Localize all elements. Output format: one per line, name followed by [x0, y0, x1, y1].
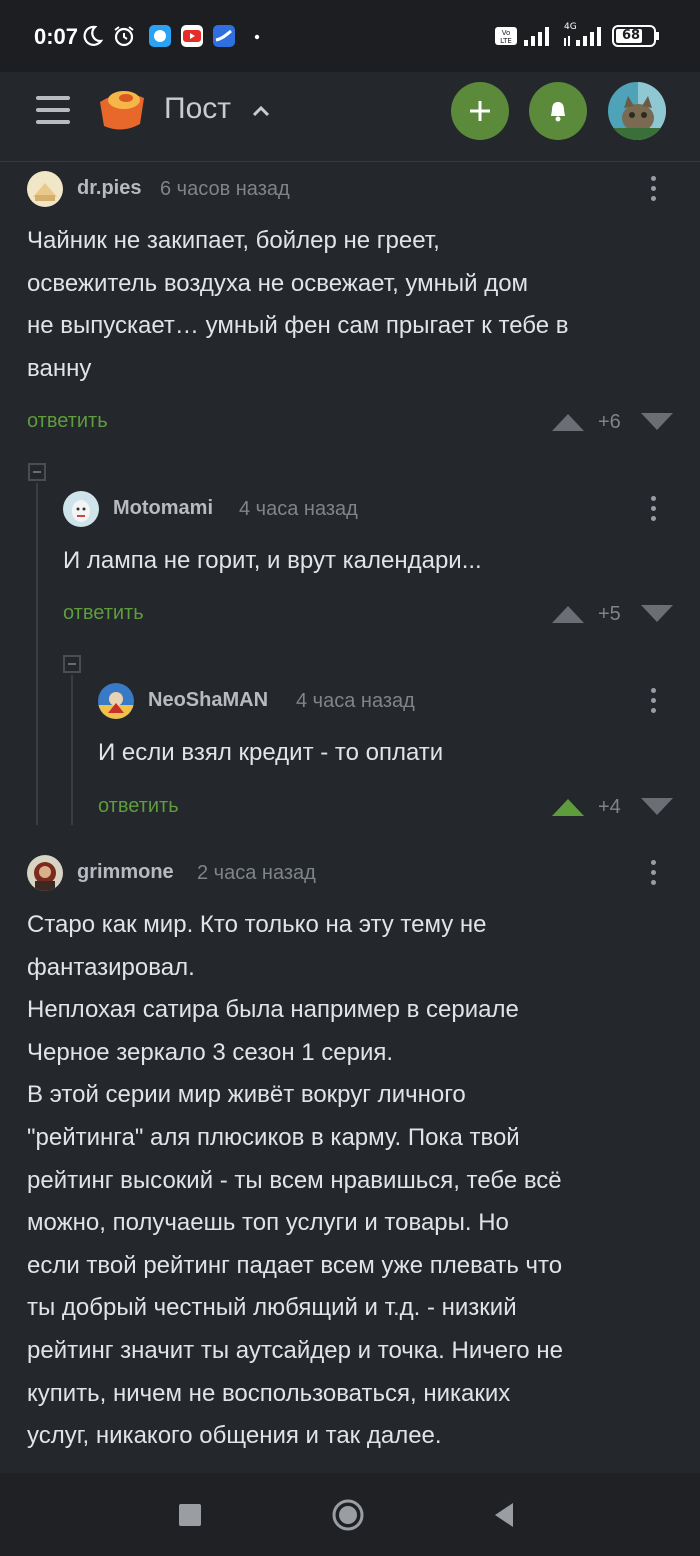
more-options-icon[interactable] — [638, 685, 668, 721]
comment-time: 4 часа назад — [239, 498, 358, 520]
comment-text: Чайник не закипает, бойлер не греет, осв… — [27, 227, 569, 382]
upvote-icon-active[interactable] — [551, 796, 585, 818]
comment-header: NeoShaMAN 4 часа назад — [98, 679, 658, 719]
avatar[interactable] — [63, 491, 99, 527]
comment-text: И если взял кредит - то оплати — [98, 739, 444, 766]
comment-header: grimmone 2 часа назад — [27, 851, 667, 891]
youtube-icon — [181, 25, 203, 47]
messenger-app-icon — [149, 25, 171, 47]
battery-level: 68 — [622, 28, 641, 43]
system-nav-bar — [0, 1473, 700, 1556]
downvote-icon[interactable] — [640, 603, 674, 625]
notification-dot-icon — [254, 34, 260, 40]
status-bar: 0:07 Vo LTE 4G 68 — [0, 0, 700, 72]
app-header: Пост — [0, 72, 700, 162]
downvote-icon[interactable] — [640, 411, 674, 433]
volte-icon: VoLTE — [495, 27, 517, 45]
user-avatar[interactable] — [608, 82, 666, 140]
notifications-button[interactable] — [529, 82, 587, 140]
comment-header: dr.pies 6 часов назад — [27, 167, 667, 207]
comment-text: И лампа не горит, и врут календари... — [63, 547, 482, 574]
status-time: 0:07 — [34, 24, 79, 49]
add-post-button[interactable] — [451, 82, 509, 140]
home-icon[interactable] — [330, 1497, 366, 1533]
svg-text:LTE: LTE — [500, 37, 512, 45]
back-icon[interactable] — [487, 1497, 523, 1533]
thread-line — [36, 483, 38, 825]
signal-icon-1 — [524, 27, 549, 46]
signal-icon-2 — [564, 27, 601, 46]
comment-score: +5 — [598, 603, 621, 625]
menu-button[interactable] — [36, 96, 70, 126]
more-options-icon[interactable] — [638, 173, 668, 209]
downvote-icon[interactable] — [640, 796, 674, 818]
comment-author[interactable]: dr.pies — [77, 177, 141, 200]
reply-button[interactable]: ответить — [27, 410, 108, 433]
avatar[interactable] — [27, 171, 63, 207]
comment-author[interactable]: Motomami — [113, 497, 213, 520]
battery-icon: 68 — [612, 25, 656, 47]
collapse-thread-button[interactable] — [63, 655, 81, 673]
alarm-icon — [114, 26, 134, 47]
reply-button[interactable]: ответить — [98, 795, 179, 818]
upvote-icon[interactable] — [551, 603, 585, 625]
svg-text:Vo: Vo — [502, 29, 511, 37]
avatar[interactable] — [27, 855, 63, 891]
bell-icon — [551, 102, 565, 122]
comment-time: 6 часов назад — [160, 178, 290, 200]
cat-avatar-image — [608, 82, 666, 140]
app-logo — [100, 91, 144, 130]
comments-feed: dr.pies 6 часов назад Чайник не закипает… — [0, 163, 700, 1473]
collapse-thread-button[interactable] — [28, 463, 46, 481]
chevron-up-icon[interactable] — [250, 100, 272, 122]
more-options-icon[interactable] — [638, 493, 668, 529]
comment-time: 2 часа назад — [197, 862, 316, 884]
thread-line — [71, 675, 73, 825]
reply-button[interactable]: ответить — [63, 602, 144, 625]
comment-score: +6 — [598, 411, 621, 433]
comment-score: +4 — [598, 796, 621, 818]
comment-text: Старо как мир. Кто только на эту тему не… — [27, 911, 563, 1450]
moon-icon — [83, 25, 104, 46]
page-title: Пост — [164, 92, 231, 125]
plus-icon — [470, 101, 490, 121]
avatar[interactable] — [98, 683, 134, 719]
recent-apps-icon[interactable] — [172, 1497, 208, 1533]
comment-header: Motomami 4 часа назад — [63, 487, 663, 527]
more-options-icon[interactable] — [638, 857, 668, 893]
comment-author[interactable]: NeoShaMAN — [148, 689, 268, 712]
browser-app-icon — [213, 25, 235, 47]
upvote-icon[interactable] — [551, 411, 585, 433]
comment-author[interactable]: grimmone — [77, 861, 174, 884]
comment-time: 4 часа назад — [296, 690, 415, 712]
